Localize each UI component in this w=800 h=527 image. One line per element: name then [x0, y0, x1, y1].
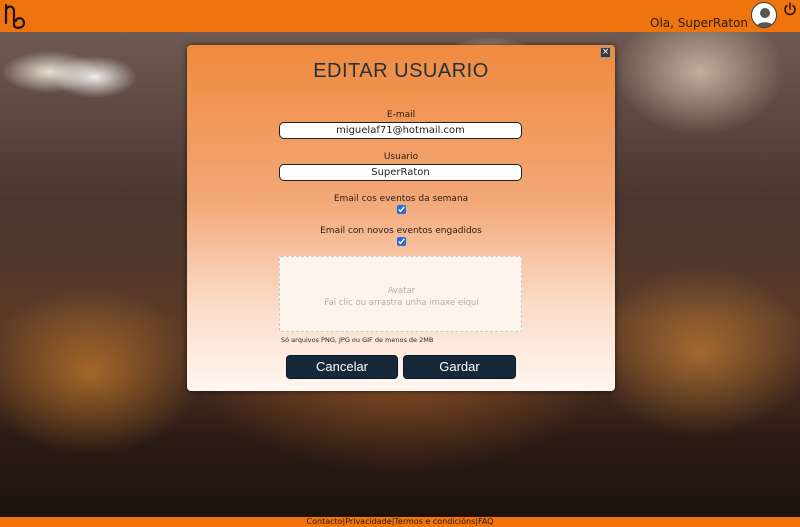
footer-link-terms[interactable]: Termos e condicións [394, 517, 475, 526]
avatar-dropzone-title: Avatar [387, 286, 416, 296]
email-field[interactable] [279, 122, 522, 139]
user-greeting: Ola, SuperRaton [650, 16, 748, 30]
top-bar: Ola, SuperRaton [0, 0, 800, 32]
footer-link-faq[interactable]: FAQ [478, 517, 494, 526]
avatar-dropzone-subtitle: Fai clic ou arrastra unha imaxe eiquí [324, 298, 479, 308]
power-icon[interactable] [783, 2, 797, 16]
edit-user-dialog: × EDITAR USUARIO E-mail Usuario Email co… [187, 45, 615, 391]
save-button[interactable]: Gardar [403, 355, 516, 379]
file-hint: Só arquivos PNG, JPG ou GIF de menos de … [281, 336, 434, 344]
footer-link-privacy[interactable]: Privacidade [345, 517, 391, 526]
username-field[interactable] [279, 164, 522, 181]
footer: Contacto|Privacidade|Termos e condicións… [0, 517, 800, 527]
weekly-events-checkbox[interactable] [397, 205, 406, 214]
weekly-events-label: Email cos eventos da semana [333, 194, 469, 204]
username-label: Usuario [383, 152, 419, 162]
close-button[interactable]: × [600, 47, 611, 58]
new-events-label: Email con novos eventos engadidos [320, 226, 482, 236]
dialog-title: EDITAR USUARIO [313, 60, 489, 82]
logo-mark-icon[interactable] [2, 1, 30, 31]
footer-link-contact[interactable]: Contacto [307, 517, 343, 526]
email-label: E-mail [386, 110, 416, 120]
cancel-button[interactable]: Cancelar [286, 355, 398, 379]
user-avatar-icon[interactable] [751, 2, 777, 28]
new-events-checkbox[interactable] [397, 237, 406, 246]
avatar-dropzone[interactable]: Avatar Fai clic ou arrastra unha imaxe e… [279, 256, 522, 332]
